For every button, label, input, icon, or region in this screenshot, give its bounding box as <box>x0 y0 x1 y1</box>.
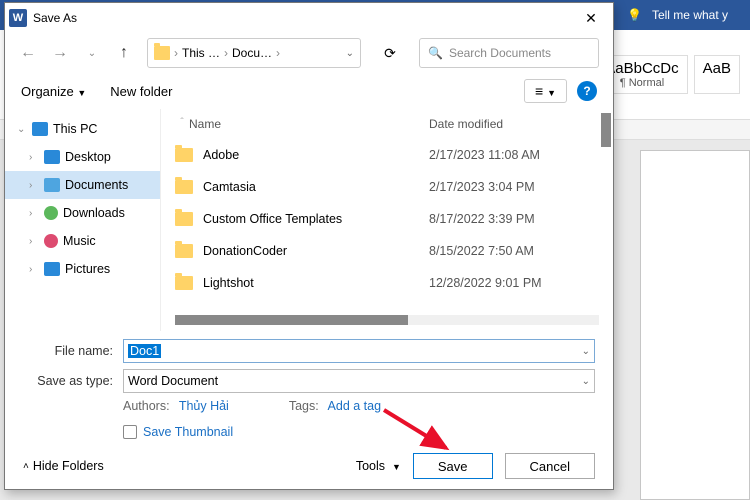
cancel-button[interactable]: Cancel <box>505 453 595 479</box>
authors-field[interactable]: Authors: Thủy Hải <box>123 399 229 413</box>
file-date: 8/17/2022 3:39 PM <box>429 212 599 226</box>
tree-this-pc[interactable]: ⌄ This PC <box>5 115 160 143</box>
dialog-title: Save As <box>33 11 573 25</box>
chevron-right-icon[interactable]: › <box>29 264 39 275</box>
command-toolbar: Organize ▼ New folder ≡ ▼ ? <box>5 73 613 109</box>
folder-icon <box>154 46 170 60</box>
file-name: Camtasia <box>203 180 429 194</box>
breadcrumb-folder[interactable]: Docu… <box>232 46 272 60</box>
save-thumbnail-checkbox[interactable]: Save Thumbnail <box>23 425 595 439</box>
music-icon <box>44 234 58 248</box>
folder-tree: ⌄ This PC › Desktop › Documents › Downlo… <box>5 109 160 331</box>
table-row[interactable]: Custom Office Templates8/17/2022 3:39 PM <box>161 203 613 235</box>
dialog-footer: ˄ Hide Folders Tools ▼ Save Cancel <box>5 443 613 489</box>
chevron-up-icon: ˄ <box>23 461 29 472</box>
tags-field[interactable]: Tags: Add a tag <box>289 399 381 413</box>
back-button[interactable]: ← <box>19 44 37 62</box>
file-date: 12/28/2022 9:01 PM <box>429 276 599 290</box>
breadcrumb-root[interactable]: This … <box>182 46 220 60</box>
hide-folders-toggle[interactable]: ˄ Hide Folders <box>23 459 104 473</box>
file-name: DonationCoder <box>203 244 429 258</box>
page <box>640 150 750 500</box>
chevron-down-icon[interactable]: ⌄ <box>582 346 590 357</box>
table-row[interactable]: DonationCoder8/15/2022 7:50 AM <box>161 235 613 267</box>
save-button[interactable]: Save <box>413 453 493 479</box>
dialog-titlebar: W Save As ✕ <box>5 3 613 33</box>
file-date: 2/17/2023 3:04 PM <box>429 180 599 194</box>
new-folder-button[interactable]: New folder <box>110 84 172 99</box>
style-other[interactable]: AaB <box>694 55 740 94</box>
forward-button[interactable]: → <box>51 44 69 62</box>
pictures-icon <box>44 262 60 276</box>
documents-icon <box>44 178 60 192</box>
search-placeholder: Search Documents <box>449 46 551 60</box>
chevron-right-icon: › <box>224 46 228 60</box>
filename-label: File name: <box>23 344 123 358</box>
vertical-scrollbar[interactable] <box>601 113 611 147</box>
chevron-down-icon[interactable]: ⌄ <box>17 124 27 135</box>
sort-indicator-icon: ˆ <box>175 117 189 131</box>
tree-pictures[interactable]: › Pictures <box>5 255 160 283</box>
up-button[interactable]: ↑ <box>115 44 133 62</box>
nav-toolbar: ← → ⌄ ↑ › This … › Docu… › ⌄ ⟳ 🔍 Search … <box>5 33 613 73</box>
folder-icon <box>175 180 193 194</box>
checkbox-icon <box>123 425 137 439</box>
folder-icon <box>175 276 193 290</box>
col-name[interactable]: Name <box>189 117 429 131</box>
folder-icon <box>175 212 193 226</box>
column-headers: ˆ Name Date modified <box>161 109 613 139</box>
tree-music[interactable]: › Music <box>5 227 160 255</box>
folder-icon <box>175 244 193 258</box>
word-icon: W <box>9 9 27 27</box>
chevron-right-icon[interactable]: › <box>29 208 39 219</box>
recent-drop-icon[interactable]: ⌄ <box>83 48 101 59</box>
table-row[interactable]: Lightshot12/28/2022 9:01 PM <box>161 267 613 299</box>
view-toggle[interactable]: ≡ ▼ <box>524 79 567 103</box>
tell-me-box[interactable]: 💡 Tell me what y <box>621 8 740 22</box>
breadcrumb-path[interactable]: › This … › Docu… › ⌄ <box>147 38 361 68</box>
save-as-dialog: W Save As ✕ ← → ⌄ ↑ › This … › Docu… › ⌄… <box>4 2 614 490</box>
tree-downloads[interactable]: › Downloads <box>5 199 160 227</box>
search-icon: 🔍 <box>428 46 443 60</box>
filetype-label: Save as type: <box>23 374 123 388</box>
desktop-icon <box>44 150 60 164</box>
filename-input[interactable]: Doc1 ⌄ <box>123 339 595 363</box>
file-date: 8/15/2022 7:50 AM <box>429 244 599 258</box>
chevron-down-icon[interactable]: ⌄ <box>582 376 590 387</box>
pc-icon <box>32 122 48 136</box>
chevron-right-icon[interactable]: › <box>29 152 39 163</box>
table-row[interactable]: Adobe2/17/2023 11:08 AM <box>161 139 613 171</box>
help-icon[interactable]: ? <box>577 81 597 101</box>
file-list: ˆ Name Date modified Adobe2/17/2023 11:0… <box>160 109 613 331</box>
search-input[interactable]: 🔍 Search Documents <box>419 38 599 68</box>
file-date: 2/17/2023 11:08 AM <box>429 148 599 162</box>
tree-desktop[interactable]: › Desktop <box>5 143 160 171</box>
file-name: Custom Office Templates <box>203 212 429 226</box>
chevron-right-icon: › <box>174 46 178 60</box>
chevron-right-icon[interactable]: › <box>29 180 39 191</box>
file-name: Lightshot <box>203 276 429 290</box>
tools-menu[interactable]: Tools ▼ <box>356 459 401 473</box>
save-form: File name: Doc1 ⌄ Save as type: Word Doc… <box>5 331 613 443</box>
tree-documents[interactable]: › Documents <box>5 171 160 199</box>
col-date[interactable]: Date modified <box>429 117 599 131</box>
refresh-button[interactable]: ⟳ <box>375 45 405 62</box>
horizontal-scrollbar[interactable] <box>175 315 599 325</box>
organize-menu[interactable]: Organize ▼ <box>21 84 86 99</box>
filetype-select[interactable]: Word Document ⌄ <box>123 369 595 393</box>
close-button[interactable]: ✕ <box>573 3 609 33</box>
path-drop-icon[interactable]: ⌄ <box>346 48 354 59</box>
downloads-icon <box>44 206 58 220</box>
file-name: Adobe <box>203 148 429 162</box>
table-row[interactable]: Camtasia2/17/2023 3:04 PM <box>161 171 613 203</box>
chevron-right-icon: › <box>276 46 280 60</box>
chevron-right-icon[interactable]: › <box>29 236 39 247</box>
folder-icon <box>175 148 193 162</box>
